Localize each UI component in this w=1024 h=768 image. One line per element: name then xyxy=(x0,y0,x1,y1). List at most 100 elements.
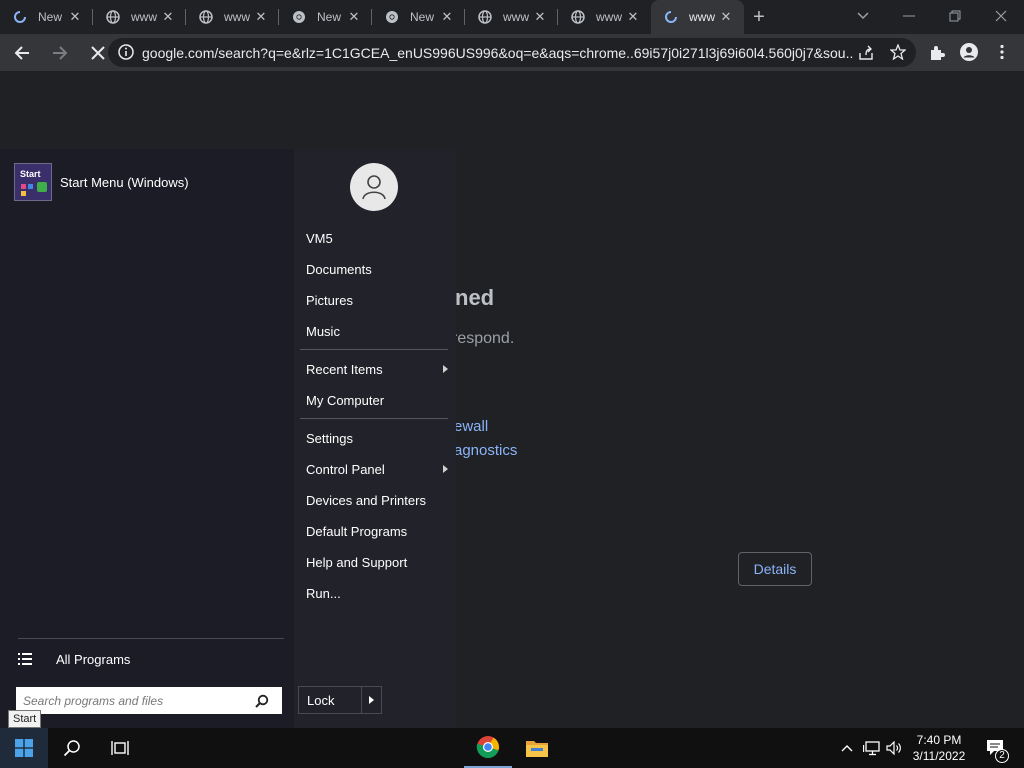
profile-button[interactable] xyxy=(959,42,979,67)
menu-item-label: Recent Items xyxy=(306,361,383,377)
submenu-arrow-icon xyxy=(443,465,448,473)
restore-icon xyxy=(949,10,961,22)
lock-button[interactable]: Lock xyxy=(298,686,382,714)
globe-icon xyxy=(477,9,493,25)
volume-button[interactable] xyxy=(884,728,906,768)
close-icon[interactable]: ✕ xyxy=(439,9,455,25)
chrome-icon xyxy=(476,736,499,759)
clock-date: 3/11/2022 xyxy=(912,749,966,763)
app-icon-tile xyxy=(21,191,26,196)
app-icon-tile xyxy=(37,182,47,192)
browser-toolbar: google.com/search?q=e&rlz=1C1GCEA_enUS99… xyxy=(0,34,1024,71)
menu-item-my-computer[interactable]: My Computer xyxy=(306,389,450,411)
taskbar-file-explorer[interactable] xyxy=(513,728,561,768)
menu-item-control-panel[interactable]: Control Panel xyxy=(306,458,450,480)
app-icon-tile xyxy=(21,184,26,189)
details-button[interactable]: Details xyxy=(738,552,812,586)
start-button[interactable] xyxy=(0,728,48,768)
tab-title: New xyxy=(410,10,435,24)
user-avatar[interactable] xyxy=(350,163,398,211)
kebab-menu-icon xyxy=(1000,44,1004,60)
minimize-button[interactable] xyxy=(886,0,932,32)
menu-item-default-programs[interactable]: Default Programs xyxy=(306,520,450,542)
divider xyxy=(300,418,448,419)
menu-item-devices-printers[interactable]: Devices and Printers xyxy=(306,489,450,511)
loading-icon xyxy=(12,9,28,25)
share-icon[interactable] xyxy=(858,45,874,61)
url-text[interactable]: google.com/search?q=e&rlz=1C1GCEA_enUS99… xyxy=(142,45,854,61)
star-icon[interactable] xyxy=(890,44,906,60)
tab[interactable]: www ✕ xyxy=(186,0,279,34)
tab-title: New xyxy=(38,10,63,24)
info-icon[interactable] xyxy=(118,44,134,60)
program-search-box[interactable] xyxy=(16,687,282,714)
task-view-button[interactable] xyxy=(96,728,144,768)
pinned-program[interactable]: Start Start Menu (Windows) xyxy=(14,163,189,201)
close-icon xyxy=(995,10,1007,22)
diagnostics-link[interactable]: agnostics xyxy=(454,442,517,459)
tab-title: New xyxy=(317,10,342,24)
close-icon[interactable]: ✕ xyxy=(67,9,83,25)
close-window-button[interactable] xyxy=(978,0,1024,32)
address-bar[interactable]: google.com/search?q=e&rlz=1C1GCEA_enUS99… xyxy=(108,38,916,67)
tab-search-button[interactable] xyxy=(840,0,886,32)
close-icon[interactable]: ✕ xyxy=(346,9,362,25)
taskbar-search-button[interactable] xyxy=(48,728,96,768)
new-tab-button[interactable]: + xyxy=(744,0,774,34)
tab[interactable]: www ✕ xyxy=(93,0,186,34)
tab[interactable]: New ✕ xyxy=(0,0,93,34)
taskbar-chrome[interactable] xyxy=(464,728,512,768)
globe-icon xyxy=(570,9,586,25)
clock-text: 7:40 PM 3/11/2022 xyxy=(913,732,966,764)
menu-button[interactable] xyxy=(996,44,1008,65)
network-button[interactable] xyxy=(861,728,881,768)
menu-item-music[interactable]: Music xyxy=(306,320,450,342)
app-icon-text: Start xyxy=(20,169,41,179)
close-icon[interactable]: ✕ xyxy=(160,9,176,25)
search-icon[interactable] xyxy=(255,694,269,708)
forward-button[interactable] xyxy=(44,37,76,69)
menu-item-recent-items[interactable]: Recent Items xyxy=(306,358,450,380)
search-input[interactable] xyxy=(23,688,255,713)
power-options-button[interactable] xyxy=(361,687,381,713)
close-icon[interactable]: ✕ xyxy=(532,9,548,25)
show-hidden-icons-button[interactable] xyxy=(838,728,856,768)
all-programs-button[interactable]: All Programs xyxy=(18,647,284,671)
error-heading: ned xyxy=(455,285,495,310)
menu-item-documents[interactable]: Documents xyxy=(306,258,450,280)
start-menu-app-icon: Start xyxy=(14,163,52,201)
tab-active[interactable]: www ✕ xyxy=(651,0,744,34)
loading-icon xyxy=(663,9,679,25)
menu-item-settings[interactable]: Settings xyxy=(306,427,450,449)
tab-title: www xyxy=(689,10,715,24)
tab-title: www xyxy=(224,10,250,24)
submenu-arrow-icon xyxy=(443,365,448,373)
menu-item-pictures[interactable]: Pictures xyxy=(306,289,450,311)
search-icon xyxy=(63,740,80,757)
back-button[interactable] xyxy=(6,37,38,69)
clock[interactable]: 7:40 PM 3/11/2022 xyxy=(908,728,970,768)
lock-label: Lock xyxy=(307,692,335,708)
extensions-button[interactable] xyxy=(928,44,946,67)
tab-title: www xyxy=(503,10,529,24)
tab[interactable]: www ✕ xyxy=(465,0,558,34)
tab[interactable]: New ✕ xyxy=(279,0,372,34)
tab[interactable]: New ✕ xyxy=(372,0,465,34)
restore-button[interactable] xyxy=(932,0,978,32)
tab-strip: New ✕ www ✕ www ✕ New ✕ New ✕ www ✕ www … xyxy=(0,0,1024,34)
user-icon xyxy=(362,175,386,200)
menu-item-help-support[interactable]: Help and Support xyxy=(306,551,450,573)
arrow-right-icon xyxy=(53,45,68,60)
task-view-icon xyxy=(111,741,129,755)
tab[interactable]: www ✕ xyxy=(558,0,651,34)
menu-item-run[interactable]: Run... xyxy=(306,582,450,604)
action-center-button[interactable]: 2 xyxy=(978,728,1014,768)
firewall-link[interactable]: ewall xyxy=(454,418,488,435)
speaker-icon xyxy=(886,741,901,755)
close-icon[interactable]: ✕ xyxy=(253,9,269,25)
close-icon[interactable]: ✕ xyxy=(718,9,734,25)
close-icon[interactable]: ✕ xyxy=(625,9,641,25)
menu-item-user-folder[interactable]: VM5 xyxy=(306,227,450,249)
divider xyxy=(300,349,448,350)
globe-icon xyxy=(198,9,214,25)
